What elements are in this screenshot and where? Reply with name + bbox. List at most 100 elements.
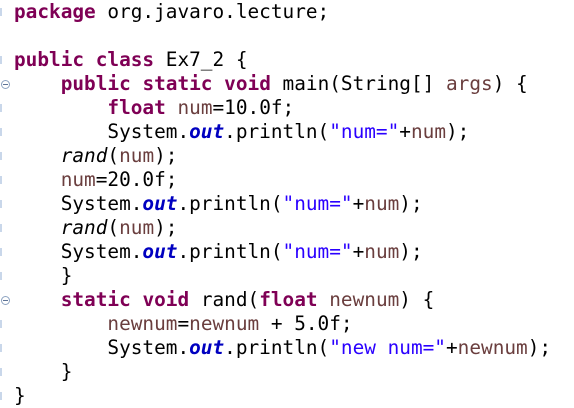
code-line[interactable]: System.out.println("new num="+newnum); [14, 336, 572, 360]
code-text-token: + [352, 192, 365, 215]
keyword-token: class [95, 48, 155, 71]
gutter-marker [0, 176, 2, 184]
gutter-marker [0, 248, 2, 256]
code-text-token: =10.0f; [212, 96, 295, 119]
code-text-token: ( [107, 216, 120, 239]
code-text-token: + [445, 336, 458, 359]
code-line[interactable]: public static void main(String[] args) { [14, 72, 572, 96]
keyword-token: public [60, 72, 131, 95]
fold-collapse-icon[interactable] [1, 80, 10, 89]
variable-token: num [177, 96, 213, 119]
code-line[interactable]: } [14, 264, 572, 288]
code-line[interactable]: System.out.println("num="+num); [14, 240, 572, 264]
code-line[interactable]: package org.javaro.lecture; [14, 0, 572, 24]
code-line[interactable]: float num=10.0f; [14, 96, 572, 120]
code-line[interactable]: num=20.0f; [14, 168, 572, 192]
variable-token: num [119, 216, 155, 239]
code-line[interactable]: newnum=newnum + 5.0f; [14, 312, 572, 336]
code-text-token: System. [14, 336, 190, 359]
code-text-token: ) { [492, 72, 528, 95]
code-text-token: ); [154, 216, 178, 239]
keyword-token: void [142, 288, 190, 311]
code-text-token: main(String[] [270, 72, 446, 95]
keyword-token: float [259, 288, 318, 311]
code-text-token: + [352, 240, 365, 263]
code-text-token: } [14, 384, 26, 407]
code-text-token: ) { [399, 288, 435, 311]
code-text-token: + [399, 120, 411, 143]
code-line[interactable]: System.out.println("num="+num); [14, 120, 572, 144]
code-line[interactable]: public class Ex7_2 { [14, 48, 572, 72]
gutter-marker [0, 200, 2, 208]
keyword-token: float [107, 96, 166, 119]
code-text-token: =20.0f; [95, 168, 178, 191]
variable-token: num [119, 144, 155, 167]
code-text-token: } [14, 264, 73, 287]
gutter-marker [0, 152, 2, 160]
code-line[interactable]: } [14, 384, 572, 408]
variable-token: newnum [329, 288, 400, 311]
code-text-token: ); [399, 192, 423, 215]
variable-token: newnum [107, 312, 178, 335]
gutter-marker [0, 272, 2, 280]
code-line[interactable]: } [14, 360, 572, 384]
code-text-token: Ex7_2 { [154, 48, 248, 71]
code-text-token: rand( [189, 288, 260, 311]
code-text-token: ); [154, 144, 178, 167]
code-line[interactable]: rand(num); [14, 216, 572, 240]
code-text-token: + 5.0f; [259, 312, 353, 335]
string-literal-token: "new num=" [329, 336, 446, 359]
code-text-token: } [14, 360, 73, 383]
variable-token: newnum [457, 336, 528, 359]
static-field-token: out [142, 240, 178, 263]
variable-token: num [410, 120, 446, 143]
static-method-call-token: rand [60, 144, 108, 167]
code-line[interactable]: System.out.println("num="+num); [14, 192, 572, 216]
fold-collapse-icon[interactable] [1, 296, 10, 305]
variable-token: num [60, 168, 96, 191]
gutter-marker [0, 224, 2, 232]
keyword-token: public [14, 48, 85, 71]
gutter-marker [0, 368, 2, 376]
keyword-token: void [224, 72, 271, 95]
gutter-marker [0, 56, 2, 64]
code-text-token: .println( [177, 192, 283, 215]
gutter-marker [0, 320, 2, 328]
code-text-token: ( [107, 144, 120, 167]
string-literal-token: "num=" [282, 192, 353, 215]
gutter-marker [0, 344, 2, 352]
variable-token: num [364, 192, 400, 215]
static-field-token: out [189, 120, 225, 143]
code-text-token: ); [446, 120, 470, 143]
code-text-token: ); [527, 336, 552, 359]
string-literal-token: "num=" [282, 240, 353, 263]
static-field-token: out [142, 192, 178, 215]
variable-token: num [364, 240, 400, 263]
keyword-token: static [60, 288, 131, 311]
code-text-token: System. [14, 240, 143, 263]
code-text-token: .println( [224, 120, 330, 143]
static-field-token: out [189, 336, 225, 359]
code-editor[interactable]: package org.javaro.lecture; public class … [14, 0, 572, 408]
code-text-token: org.javaro.lecture; [95, 0, 330, 23]
gutter-marker [0, 128, 2, 136]
editor-gutter [0, 0, 12, 408]
code-line[interactable] [14, 24, 572, 48]
code-line[interactable]: rand(num); [14, 144, 572, 168]
code-line[interactable]: static void rand(float newnum) { [14, 288, 572, 312]
gutter-marker [0, 392, 2, 400]
gutter-marker [0, 104, 2, 112]
